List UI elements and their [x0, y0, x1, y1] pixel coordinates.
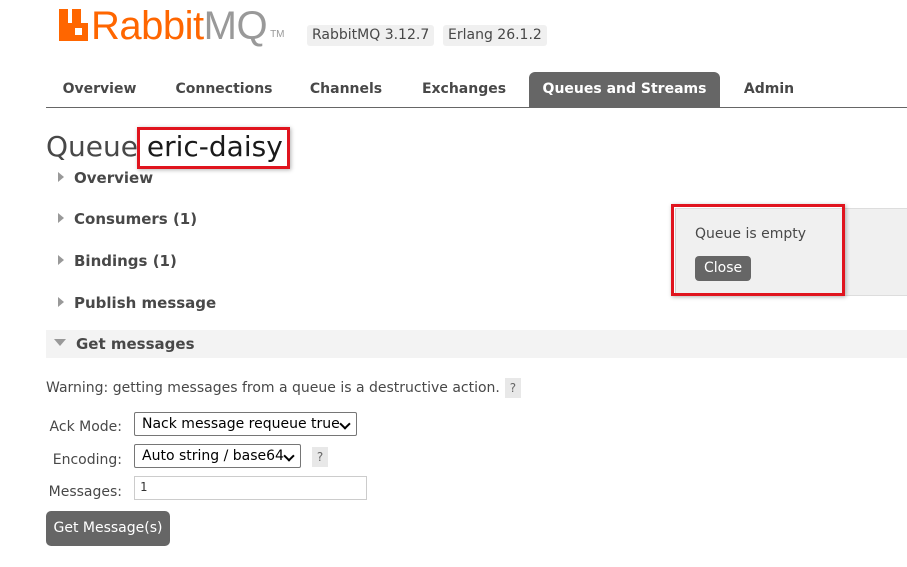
chevron-down-icon — [339, 418, 351, 430]
messages-count-input[interactable]: 1 — [134, 476, 367, 500]
erlang-version-badge: Erlang 26.1.2 — [443, 25, 547, 46]
section-get-messages[interactable]: Get messages — [46, 330, 907, 358]
section-bindings-label: Bindings (1) — [74, 252, 177, 270]
rabbitmq-logo-icon — [59, 9, 88, 41]
get-messages-button[interactable]: Get Message(s) — [46, 511, 170, 546]
expand-arrow-icon — [58, 212, 64, 223]
chevron-down-icon — [283, 450, 295, 462]
ack-mode-label: Ack Mode: — [49, 419, 122, 435]
destructive-warning: Warning: getting messages from a queue i… — [46, 378, 521, 398]
queue-name: eric-daisy — [146, 130, 283, 163]
collapse-arrow-icon — [54, 339, 66, 346]
tab-queues-and-streams[interactable]: Queues and Streams — [529, 72, 720, 107]
encoding-select[interactable]: Auto string / base64 — [134, 444, 301, 468]
tab-admin[interactable]: Admin — [735, 72, 803, 107]
section-publish-message[interactable]: Publish message — [46, 290, 216, 316]
rabbitmq-logo[interactable]: RabbitMQ TM — [59, 6, 285, 46]
expand-arrow-icon — [58, 254, 64, 265]
section-consumers-label: Consumers (1) — [74, 210, 198, 228]
queue-empty-popup: Queue is empty Close — [675, 208, 907, 296]
encoding-value: Auto string / base64 — [142, 448, 284, 464]
encoding-label: Encoding: — [52, 452, 122, 468]
section-get-label: Get messages — [76, 335, 195, 353]
tab-channels[interactable]: Channels — [298, 72, 394, 107]
ack-mode-select[interactable]: Nack message requeue true — [134, 412, 357, 436]
popup-message: Queue is empty — [695, 226, 806, 242]
section-overview[interactable]: Overview — [46, 165, 153, 191]
popup-close-button[interactable]: Close — [695, 256, 752, 281]
warning-text: Warning: getting messages from a queue i… — [46, 380, 500, 396]
tab-exchanges[interactable]: Exchanges — [408, 72, 520, 107]
logo-wordmark: RabbitMQ — [91, 4, 268, 48]
page-title-prefix: Queue — [46, 130, 138, 163]
expand-arrow-icon — [58, 296, 64, 307]
section-publish-label: Publish message — [74, 294, 217, 312]
ack-mode-value: Nack message requeue true — [142, 416, 340, 432]
section-overview-label: Overview — [74, 169, 154, 187]
trademark-mark: TM — [270, 29, 285, 40]
section-consumers[interactable]: Consumers (1) — [46, 206, 197, 232]
tab-overview[interactable]: Overview — [46, 72, 153, 107]
messages-label: Messages: — [48, 484, 122, 500]
section-bindings[interactable]: Bindings (1) — [46, 248, 177, 274]
encoding-help-icon[interactable]: ? — [312, 447, 328, 467]
help-icon[interactable]: ? — [504, 378, 521, 398]
tab-connections[interactable]: Connections — [162, 72, 286, 107]
expand-arrow-icon — [58, 171, 64, 182]
rabbitmq-version-badge: RabbitMQ 3.12.7 — [307, 25, 435, 46]
page-title: Queue eric-daisy — [46, 128, 283, 166]
main-nav-tabs: Overview Connections Channels Exchanges … — [46, 72, 907, 108]
